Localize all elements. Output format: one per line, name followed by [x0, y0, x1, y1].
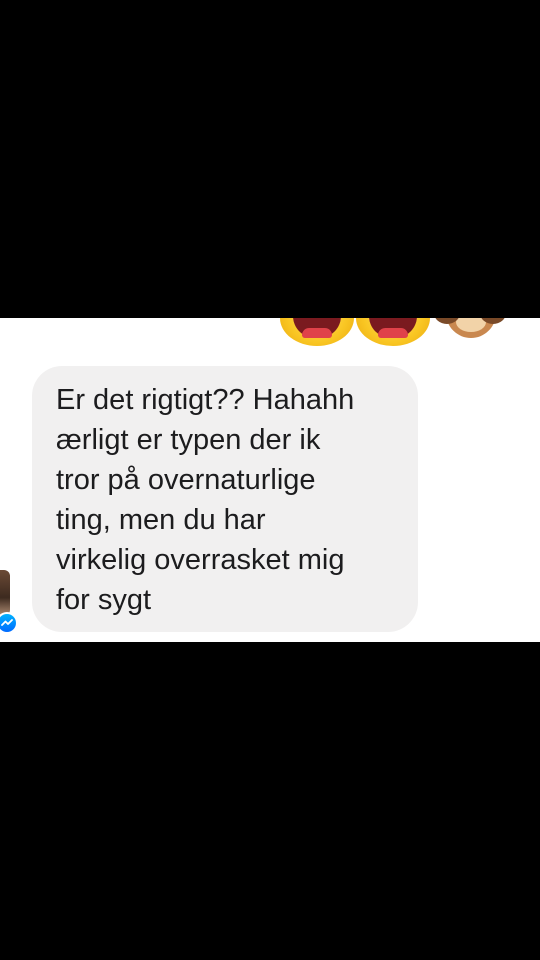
avatar[interactable] [0, 570, 10, 616]
chat-screenshot: Er det rigtigt?? Hahahh ærligt er typen … [0, 318, 540, 642]
message-bubble[interactable]: Er det rigtigt?? Hahahh ærligt er typen … [32, 366, 418, 632]
see-no-evil-monkey-icon [434, 318, 506, 342]
message-text: Er det rigtigt?? Hahahh ærligt er typen … [56, 384, 355, 616]
letterbox-bottom [0, 642, 540, 960]
messenger-icon [0, 614, 16, 632]
face-with-tears-of-joy-icon [280, 318, 354, 346]
messenger-badge [0, 612, 18, 634]
letterbox-top [0, 0, 540, 318]
face-with-tears-of-joy-icon [356, 318, 430, 346]
